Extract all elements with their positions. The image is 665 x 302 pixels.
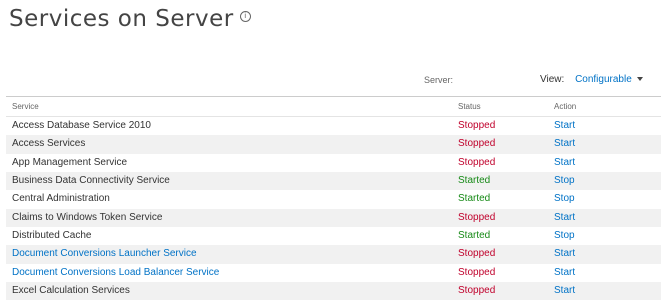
status-text: Started [458, 230, 491, 242]
column-header-status: Status [458, 102, 481, 111]
stop-service-link[interactable]: Stop [554, 172, 575, 190]
table-row: Distributed Cache Started Stop [6, 227, 661, 245]
table-row: App Management Service Stopped Start [6, 154, 661, 172]
start-service-link[interactable]: Start [554, 209, 575, 227]
column-header-action: Action [554, 102, 577, 111]
table-row: Access Database Service 2010 Stopped Start [6, 117, 661, 135]
stop-service-link[interactable]: Stop [554, 190, 575, 208]
info-icon[interactable]: i [239, 11, 251, 22]
service-name: Central Administration [12, 193, 110, 205]
start-service-link[interactable]: Start [554, 245, 575, 263]
status-text: Stopped [458, 156, 496, 168]
chevron-down-icon [636, 77, 643, 82]
table-row: Central Administration Started Stop [6, 190, 661, 208]
table-row: Access Services Stopped Start [6, 135, 661, 154]
service-name-link[interactable]: Document Conversions Load Balancer Servi… [12, 264, 219, 282]
status-text: Stopped [458, 285, 496, 297]
services-table: Service Status Action Access Database Se… [6, 96, 661, 301]
view-dropdown-value: Configurable [575, 74, 632, 85]
start-service-link[interactable]: Start [554, 117, 575, 135]
table-header-row: Service Status Action [6, 96, 661, 117]
service-name: App Management Service [12, 156, 128, 168]
service-name: Access Database Service 2010 [12, 120, 151, 131]
page-title: Services on Server i [9, 6, 251, 32]
server-label: Server: [424, 75, 454, 85]
table-row: Claims to Windows Token Service Stopped St… [6, 208, 661, 228]
start-service-link[interactable]: Start [554, 135, 575, 153]
service-name: Business Data Connectivity Service [12, 175, 170, 187]
start-service-link[interactable]: Start [554, 264, 575, 282]
status-text: Started [458, 193, 491, 205]
table-row: Document Conversions Launcher Service Sto… [6, 245, 661, 264]
service-name: Excel Calculation Services [12, 285, 130, 297]
status-text: Stopped [458, 248, 496, 260]
table-row: Business Data Connectivity Service Starte… [6, 172, 661, 191]
status-text: Stopped [458, 138, 496, 150]
start-service-link[interactable]: Start [554, 154, 575, 172]
table-body: Access Database Service 2010 Stopped Start… [6, 117, 661, 301]
start-service-link[interactable]: Start [554, 282, 575, 300]
status-text: Stopped [458, 266, 496, 278]
page-title-text: Services on Server [9, 6, 234, 32]
view-selector: View: Configurable [540, 74, 643, 85]
service-name: Access Services [12, 138, 86, 150]
service-name: Claims to Windows Token Service [12, 211, 163, 223]
status-text: Started [458, 175, 491, 187]
view-label: View: [540, 74, 565, 85]
table-row: Excel Calculation Services Stopped Start [6, 282, 661, 301]
column-header-service: Service [12, 102, 39, 111]
stop-service-link[interactable]: Stop [554, 227, 575, 245]
service-name: Distributed Cache [12, 230, 92, 242]
table-row: Document Conversions Load Balancer Servi… [6, 264, 661, 282]
view-dropdown[interactable]: Configurable [575, 74, 643, 85]
status-text: Stopped [458, 211, 496, 223]
service-name-link[interactable]: Document Conversions Launcher Service [12, 245, 197, 263]
status-text: Stopped [458, 120, 496, 131]
